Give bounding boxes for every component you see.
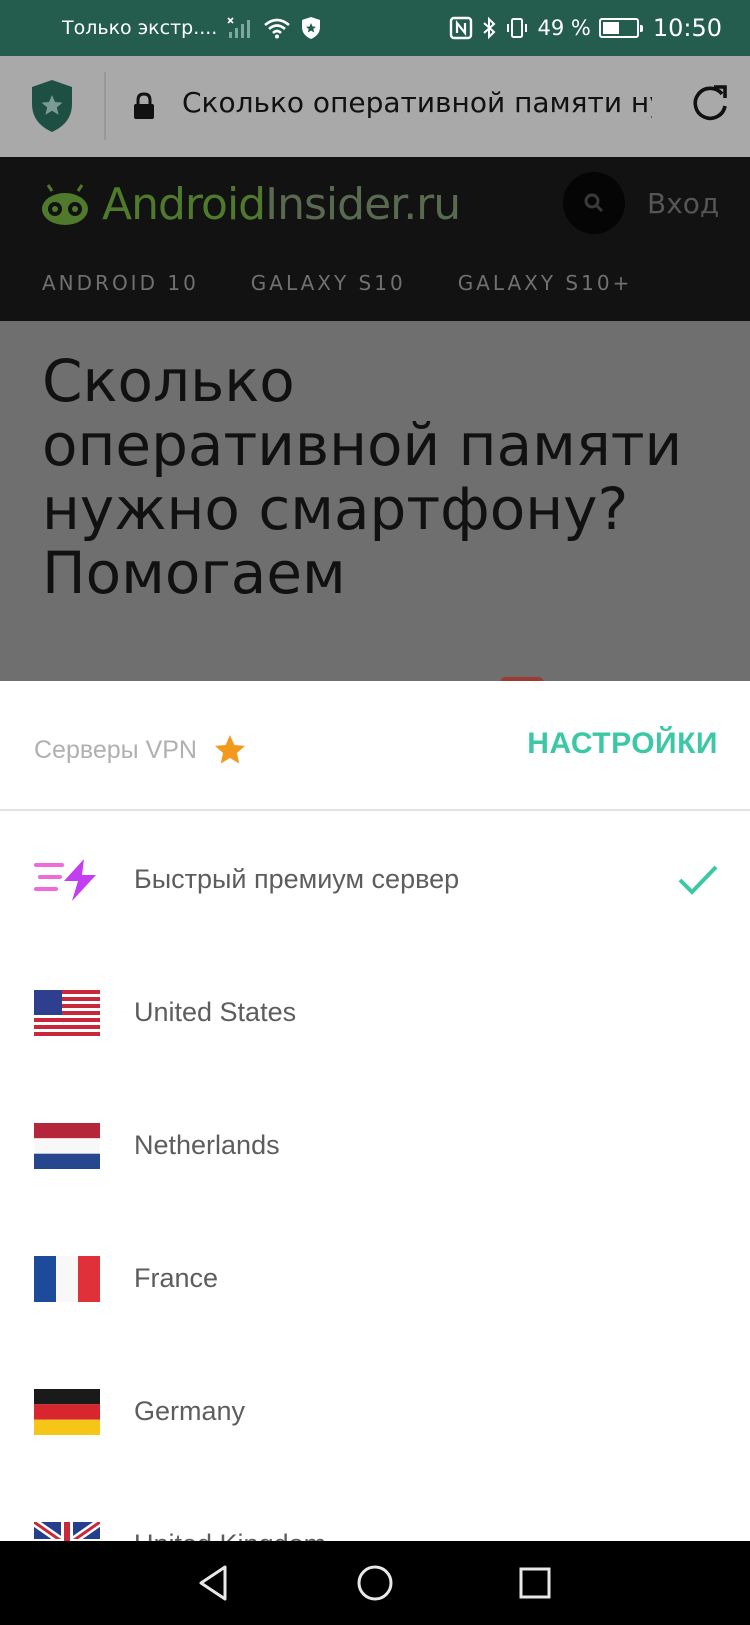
server-item-premium[interactable]: Быстрый премиум сервер	[0, 813, 750, 946]
server-label: Быстрый премиум сервер	[134, 864, 460, 894]
server-item-de[interactable]: Germany	[0, 1345, 750, 1478]
back-button[interactable]	[193, 1561, 237, 1605]
back-triangle-icon	[199, 1565, 227, 1601]
article-title: Сколько оперативной памяти нужно смартфо…	[42, 347, 683, 607]
star-icon	[215, 735, 245, 764]
sheet-title: Серверы VPN	[34, 733, 247, 767]
status-time: 10:50	[652, 14, 722, 42]
server-label: Netherlands	[134, 1130, 280, 1160]
sheet-title-text: Серверы VPN	[34, 735, 197, 764]
site-header: AndroidInsider.ru Вход ANDROID 10 GALAXY…	[0, 157, 750, 321]
server-label: Germany	[134, 1396, 246, 1426]
server-label: United Kingdom	[134, 1529, 326, 1541]
lock-icon	[134, 92, 154, 119]
battery-percent: 49 %	[537, 16, 591, 40]
status-bar: Только экстр.... 49 % 10:50	[0, 0, 750, 56]
carrier-text: Только экстр....	[62, 17, 218, 39]
server-label: United States	[134, 997, 297, 1027]
site-nav: ANDROID 10 GALAXY S10 GALAXY S10+	[42, 271, 632, 295]
server-item-fr[interactable]: France	[0, 1212, 750, 1345]
check-icon	[678, 865, 718, 895]
lightning-icon	[34, 858, 96, 901]
settings-button[interactable]: НАСТРОЙКИ	[527, 727, 718, 761]
nav-link-android-10[interactable]: ANDROID 10	[42, 271, 199, 295]
browser-toolbar: Сколько оперативной памяти нуж	[0, 56, 750, 157]
vpn-servers-sheet: Серверы VPN НАСТРОЙКИ Быстрый премиум се…	[0, 681, 750, 1541]
nav-link-galaxy-s10[interactable]: GALAXY S10	[251, 271, 406, 295]
search-icon	[584, 193, 604, 213]
server-item-nl[interactable]: Netherlands	[0, 1079, 750, 1212]
bluetooth-icon	[483, 16, 496, 40]
site-search-button[interactable]	[563, 172, 625, 234]
logo-android: Android	[102, 179, 266, 230]
logo-text: AndroidInsider.ru	[102, 179, 461, 230]
server-item-us[interactable]: United States	[0, 946, 750, 1079]
server-label: France	[134, 1263, 219, 1293]
battery-fill	[602, 22, 619, 34]
url-field[interactable]: Сколько оперативной памяти нуж	[182, 86, 652, 119]
battery-icon	[598, 18, 643, 38]
shield-icon[interactable]	[30, 78, 74, 134]
vibrate-icon	[507, 18, 528, 38]
home-button[interactable]	[353, 1561, 397, 1605]
nav-link-galaxy-s10-plus[interactable]: GALAXY S10+	[458, 271, 633, 295]
wifi-icon	[264, 18, 291, 39]
status-right: 49 % 10:50	[449, 0, 722, 56]
vpn-shield-icon	[302, 17, 321, 39]
logo-rest: Insider.ru	[265, 179, 461, 230]
android-robot-icon	[42, 183, 88, 225]
recents-button[interactable]	[513, 1561, 557, 1605]
system-nav-bar	[0, 1541, 750, 1625]
nl-flag-icon	[34, 1122, 100, 1169]
nfc-icon	[450, 16, 473, 40]
login-link[interactable]: Вход	[647, 187, 719, 220]
fr-flag-icon	[34, 1255, 100, 1302]
server-item-uk[interactable]: United Kingdom	[0, 1478, 750, 1541]
recents-square-icon	[519, 1567, 551, 1599]
signal-icon	[227, 17, 251, 38]
site-logo[interactable]: AndroidInsider.ru	[40, 179, 461, 230]
status-left: Только экстр....	[62, 0, 321, 56]
us-flag-icon	[34, 989, 100, 1036]
toolbar-divider	[104, 72, 106, 140]
server-list: Быстрый премиум сервер United States Net…	[0, 813, 750, 1541]
reload-icon[interactable]	[688, 82, 732, 126]
de-flag-icon	[34, 1388, 100, 1435]
uk-flag-icon	[34, 1521, 100, 1541]
home-circle-icon	[357, 1565, 393, 1601]
article: Сколько оперативной памяти нужно смартфо…	[0, 321, 750, 681]
sheet-header: Серверы VPN НАСТРОЙКИ	[0, 681, 750, 811]
